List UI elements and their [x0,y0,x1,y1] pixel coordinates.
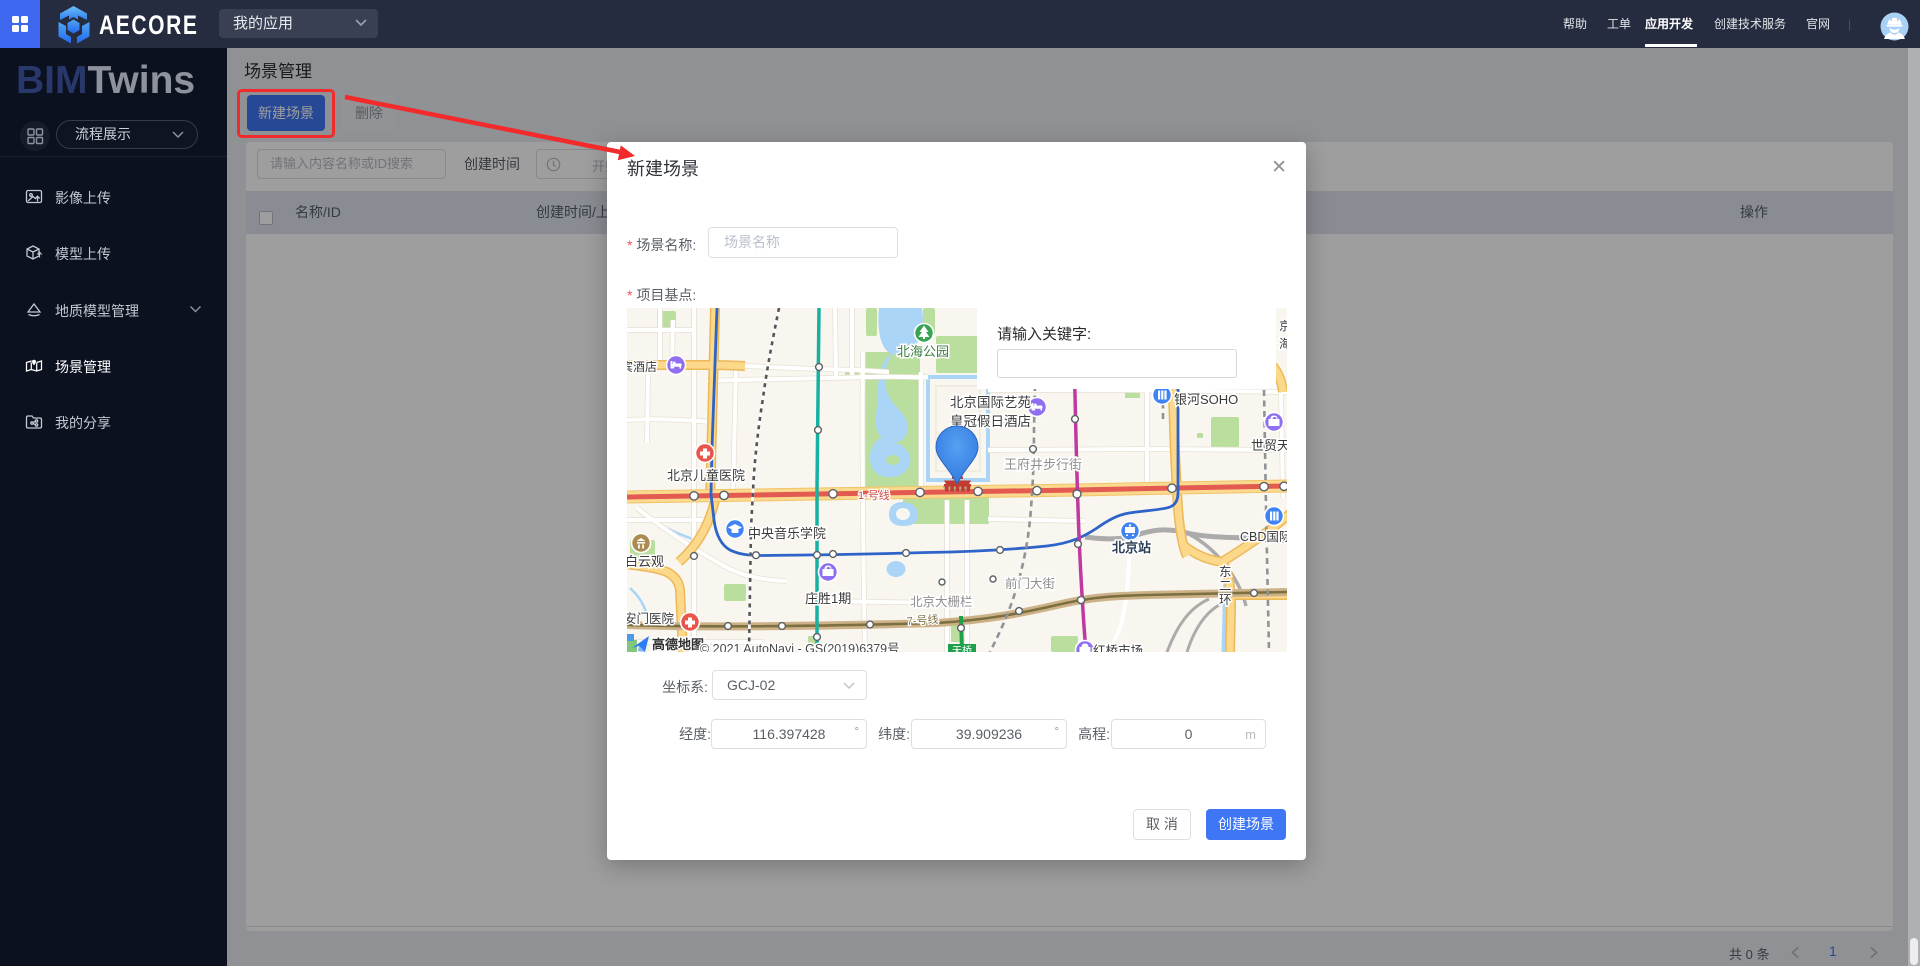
svg-text:环: 环 [1219,593,1232,607]
svg-text:银河SOHO: 银河SOHO [1174,392,1238,407]
svg-text:海: 海 [1279,336,1287,351]
svg-text:北京站: 北京站 [1112,540,1151,555]
svg-text:1-号线: 1-号线 [858,488,890,502]
svg-text:世贸天地: 世贸天地 [1251,438,1287,453]
svg-text:天桥: 天桥 [952,645,972,652]
svg-text:白云观: 白云观 [627,554,664,569]
svg-text:© 2021 AutoNavi - GS(2019)6379: © 2021 AutoNavi - GS(2019)6379号 [700,642,900,652]
svg-text:前门大街: 前门大街 [1005,576,1055,591]
svg-text:红桥市场: 红桥市场 [1093,643,1143,652]
svg-text:京: 京 [1279,319,1287,333]
svg-text:二: 二 [1219,579,1232,593]
svg-text:宾酒店: 宾酒店 [627,359,657,374]
svg-text:CBD国际大: CBD国际大 [1240,530,1287,544]
svg-text:王府井步行街: 王府井步行街 [1004,457,1082,472]
svg-text:北海公园: 北海公园 [897,344,949,359]
svg-text:高德地图: 高德地图 [652,637,704,652]
svg-text:北京儿童医院: 北京儿童医院 [667,468,745,483]
svg-text:东: 东 [1219,565,1232,579]
svg-text:安门医院: 安门医院 [627,611,675,626]
svg-text:北京大栅栏: 北京大栅栏 [910,594,973,609]
svg-text:中央音乐学院: 中央音乐学院 [748,526,826,541]
svg-text:庄胜1期: 庄胜1期 [805,591,851,606]
svg-text:北京国际艺苑: 北京国际艺苑 [950,395,1031,410]
